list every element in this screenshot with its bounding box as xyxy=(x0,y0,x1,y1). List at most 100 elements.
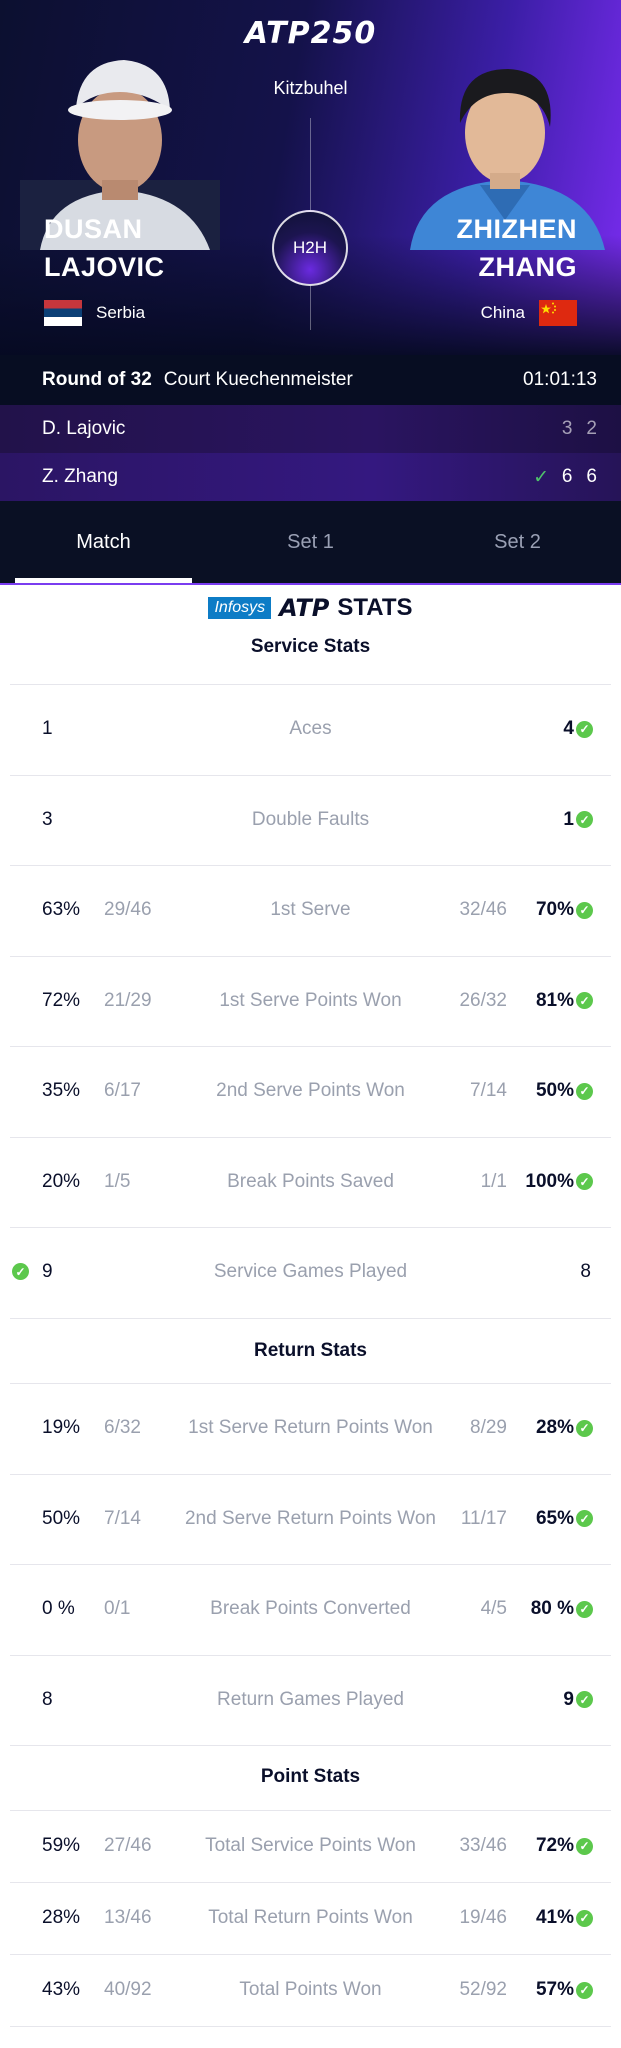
player2-stat-value: 57% ✓ xyxy=(536,1954,593,2026)
stat-label: 2nd Serve Points Won xyxy=(216,1080,405,1102)
match-round: Round of 32 xyxy=(42,369,152,390)
winner-check-icon: ✓ xyxy=(576,1510,593,1528)
player2-set2: 6 xyxy=(586,466,597,487)
player2-stat-value-text: 41% xyxy=(535,1907,574,1928)
stat-label: Total Service Points Won xyxy=(205,1835,416,1856)
player2-last-name: ZHANG xyxy=(478,252,577,282)
stat-row: 19% 6/32 1st Serve Return Points Won 8/29 28… xyxy=(0,1383,621,1474)
tab-set-1[interactable]: Set 1 xyxy=(207,501,414,583)
player2-stat-value-text: 65% xyxy=(535,1507,574,1529)
winner-check-icon: ✓ xyxy=(576,1691,593,1709)
china-flag-icon xyxy=(539,300,577,326)
winner-check-icon: ✓ xyxy=(576,1419,593,1437)
stat-label: 2nd Serve Return Points Won xyxy=(184,1507,436,1529)
match-court: Court Kuechenmeister xyxy=(163,369,353,390)
player2-stat-value-text: 8 xyxy=(580,1261,591,1283)
player2-stat-value-text: 1 xyxy=(563,808,574,830)
return-stats-title: Return Stats xyxy=(254,1340,367,1361)
stat-label: 1st Serve xyxy=(270,899,351,921)
stats-word: STATS xyxy=(337,594,413,621)
stat-label: Aces xyxy=(289,718,332,740)
player2-name[interactable]: ZHIZHEN ZHANG xyxy=(457,210,578,286)
stat-row: 35% 6/17 2nd Serve Points Won 7/14 50% ✓ xyxy=(0,1046,621,1137)
player2-stat-value: 41% ✓ xyxy=(536,1882,593,1954)
player2-stat-value: 81% ✓ xyxy=(536,956,593,1047)
player2-stat-fraction: 19/46 xyxy=(459,1907,507,1928)
atp250-logo: ATP250 xyxy=(244,16,377,51)
player2-stat-value: 65% ✓ xyxy=(536,1474,593,1565)
stat-row: 50% 7/14 2nd Serve Return Points Won 11/17 6… xyxy=(0,1474,621,1565)
player1-short-name: D. Lajovic xyxy=(42,418,126,439)
player2-stat-value-text: 50% xyxy=(535,1080,574,1102)
winner-check-icon: ✓ xyxy=(576,811,593,829)
winner-check-icon: ✓ xyxy=(576,720,593,738)
player1-first-name: DUSAN xyxy=(44,214,143,244)
stat-label: 1st Serve Return Points Won xyxy=(188,1417,433,1439)
stat-label: Total Points Won xyxy=(239,1979,382,2000)
stat-row: 63% 29/46 1st Serve 32/46 70% ✓ xyxy=(0,865,621,956)
player2-stat-fraction: 33/46 xyxy=(459,1835,507,1856)
stat-row: 43% 40/92 Total Points Won 52/92 57% ✓ xyxy=(0,1954,621,2026)
service-stats-title: Service Stats xyxy=(250,636,371,657)
player1-country-name: Serbia xyxy=(96,303,146,322)
winner-check-icon: ✓ xyxy=(533,466,549,488)
winner-check-icon: ✓ xyxy=(576,992,593,1010)
row-divider xyxy=(10,1317,611,1319)
winner-check-icon: ✓ xyxy=(576,1981,593,1999)
player1-set1: 3 xyxy=(561,418,573,439)
player1-name[interactable]: DUSAN LAJOVIC xyxy=(44,210,165,286)
player2-stat-fraction: 8/29 xyxy=(470,1417,507,1439)
winner-check-icon: ✓ xyxy=(576,1837,593,1855)
player2-country-name: China xyxy=(480,303,525,322)
player2-stat-value: 72% ✓ xyxy=(536,1810,593,1882)
stat-row: 59% 27/46 Total Service Points Won 33/46 72%… xyxy=(0,1810,621,1882)
winner-check-icon: ✓ xyxy=(576,1082,593,1100)
match-header: ATP250 Kitzbuhel H2H DUSAN LAJOVIC ZHIZH… xyxy=(0,0,621,355)
player2-stat-value-text: 4 xyxy=(563,718,574,740)
tab-set-2[interactable]: Set 2 xyxy=(414,501,621,583)
row-divider xyxy=(10,2026,611,2027)
player2-stat-fraction: 11/17 xyxy=(460,1507,507,1529)
player2-stat-value-text: 57% xyxy=(535,1979,574,2000)
player2-stat-value: 80 % ✓ xyxy=(531,1564,593,1655)
stat-row: 1 Aces 4 ✓ xyxy=(0,684,621,775)
player2-first-name: ZHIZHEN xyxy=(456,214,577,244)
player2-stat-value-text: 100% xyxy=(525,1170,574,1192)
stat-row: 72% 21/29 1st Serve Points Won 26/32 81% ✓ xyxy=(0,956,621,1047)
player2-stat-value-text: 80 % xyxy=(530,1598,574,1620)
stats-tabs: Match Set 1 Set 2 xyxy=(0,501,621,585)
score-row-player2: Z. Zhang ✓ 6 6 xyxy=(0,453,621,501)
player2-stat-value: 100% ✓ xyxy=(525,1137,593,1228)
match-duration: 01:01:13 xyxy=(523,369,597,390)
stat-label: Break Points Converted xyxy=(210,1598,411,1620)
player2-stat-value: 70% ✓ xyxy=(536,865,593,956)
stat-row: 3 Double Faults 1 ✓ xyxy=(0,775,621,866)
player1-last-name: LAJOVIC xyxy=(44,252,165,282)
player2-stat-value: 4 ✓ xyxy=(563,684,593,775)
player2-stat-value-text: 28% xyxy=(535,1417,574,1439)
score-row-player1: D. Lajovic 3 2 xyxy=(0,405,621,453)
player2-stat-fraction: 7/14 xyxy=(470,1080,507,1102)
player2-stat-value-text: 72% xyxy=(535,1835,574,1856)
match-info-bar: Round of 32 Court Kuechenmeister 01:01:1… xyxy=(0,355,621,405)
h2h-button[interactable]: H2H xyxy=(272,210,348,286)
winner-check-icon: ✓ xyxy=(576,1600,593,1618)
player2-stat-value-text: 70% xyxy=(535,899,574,921)
infosys-atp-stats-logo: Infosys ATP STATS xyxy=(0,594,621,622)
player2-stat-value-text: 81% xyxy=(535,989,574,1011)
stat-label: Service Games Played xyxy=(213,1261,408,1283)
player1-set2: 2 xyxy=(586,418,597,439)
player2-country: China xyxy=(481,300,577,326)
player2-stat-value: 1 ✓ xyxy=(563,775,593,866)
stat-row: 8 Return Games Played 9 ✓ xyxy=(0,1655,621,1746)
player2-set-scores: 6 6 xyxy=(562,466,597,488)
row-divider xyxy=(10,1745,611,1746)
player2-stat-fraction: 52/92 xyxy=(459,1979,507,2000)
stat-label: Total Return Points Won xyxy=(208,1907,413,1928)
tab-match[interactable]: Match xyxy=(0,501,207,583)
stat-row: 0 % 0/1 Break Points Converted 4/5 80 % ✓ xyxy=(0,1564,621,1655)
player2-stat-value: 9 ✓ xyxy=(563,1655,593,1746)
winner-check-icon: ✓ xyxy=(576,1909,593,1927)
player2-stat-value: 50% ✓ xyxy=(536,1046,593,1137)
serbia-flag-icon xyxy=(44,300,82,326)
